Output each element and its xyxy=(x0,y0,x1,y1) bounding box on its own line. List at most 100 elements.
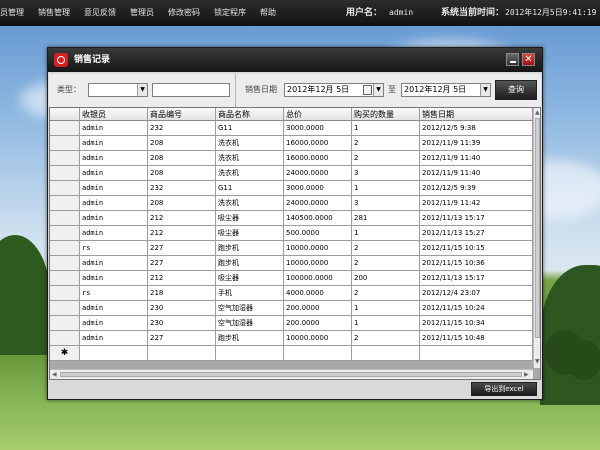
cell-cashier[interactable]: admin xyxy=(80,181,148,196)
cell-product-name[interactable] xyxy=(216,346,284,361)
cell-total-price[interactable]: 16000.0000 xyxy=(284,151,352,166)
table-row[interactable]: admin 212 吸尘器 140500.0000 281 2012/11/13 15:1… xyxy=(50,211,533,226)
cell-sale-date[interactable]: 2012/12/5 9:38 xyxy=(420,121,533,136)
date-from-picker[interactable]: 2012年12月 5日 ▼ xyxy=(284,83,384,97)
cell-product-name[interactable]: 洗衣机 xyxy=(216,166,284,181)
cell-product-id[interactable]: 230 xyxy=(148,316,216,331)
horizontal-scrollbar[interactable]: ◀ ▶ xyxy=(50,369,533,379)
cell-sale-date[interactable]: 2012/11/13 15:17 xyxy=(420,271,533,286)
cell-product-id[interactable]: 208 xyxy=(148,136,216,151)
chevron-down-icon[interactable]: ▼ xyxy=(137,84,147,96)
cell-sale-date[interactable] xyxy=(420,346,533,361)
cell-cashier[interactable]: admin xyxy=(80,166,148,181)
cell-cashier[interactable]: admin xyxy=(80,256,148,271)
cell-total-price[interactable]: 140500.0000 xyxy=(284,211,352,226)
cell-total-price[interactable]: 4000.0000 xyxy=(284,286,352,301)
cell-cashier[interactable]: admin xyxy=(80,301,148,316)
cell-quantity[interactable]: 200 xyxy=(352,271,420,286)
row-header[interactable] xyxy=(50,286,80,301)
row-header[interactable] xyxy=(50,256,80,271)
cell-quantity[interactable]: 281 xyxy=(352,211,420,226)
cell-product-name[interactable]: G11 xyxy=(216,181,284,196)
cell-quantity[interactable]: 1 xyxy=(352,316,420,331)
type-dropdown[interactable]: ▼ xyxy=(88,83,148,97)
menu-item-admin[interactable]: 管理员 xyxy=(130,0,154,26)
cell-product-id[interactable]: 227 xyxy=(148,256,216,271)
cell-product-name[interactable]: 洗衣机 xyxy=(216,151,284,166)
cell-cashier[interactable]: rs xyxy=(80,241,148,256)
cell-product-name[interactable]: 跑步机 xyxy=(216,241,284,256)
horizontal-scroll-thumb[interactable] xyxy=(60,372,522,377)
row-header[interactable] xyxy=(50,301,80,316)
cell-product-name[interactable]: 跑步机 xyxy=(216,331,284,346)
cell-total-price[interactable]: 200.0000 xyxy=(284,301,352,316)
cell-product-name[interactable]: 手机 xyxy=(216,286,284,301)
menu-item-sales[interactable]: 销售管理 xyxy=(38,0,70,26)
cell-total-price[interactable]: 3000.0000 xyxy=(284,121,352,136)
row-header[interactable] xyxy=(50,166,80,181)
cell-cashier[interactable]: admin xyxy=(80,121,148,136)
vertical-scroll-thumb[interactable] xyxy=(535,118,540,338)
column-header-total-price[interactable]: 总价 xyxy=(284,108,352,121)
cell-quantity[interactable]: 3 xyxy=(352,166,420,181)
vertical-scrollbar[interactable]: ▲ ▼ xyxy=(533,108,540,368)
table-row[interactable]: admin 230 空气加湿器 200.0000 1 2012/11/15 10:34 xyxy=(50,316,533,331)
cell-product-name[interactable]: 跑步机 xyxy=(216,256,284,271)
cell-quantity[interactable]: 1 xyxy=(352,226,420,241)
cell-total-price[interactable]: 10000.0000 xyxy=(284,256,352,271)
row-header[interactable] xyxy=(50,241,80,256)
cell-total-price[interactable]: 24000.0000 xyxy=(284,166,352,181)
cell-sale-date[interactable]: 2012/11/13 15:17 xyxy=(420,211,533,226)
cell-sale-date[interactable]: 2012/11/15 10:34 xyxy=(420,316,533,331)
cell-quantity[interactable] xyxy=(352,346,420,361)
minimize-button[interactable] xyxy=(506,53,519,66)
close-button[interactable]: ✕ xyxy=(522,53,535,66)
cell-product-id[interactable]: 208 xyxy=(148,166,216,181)
table-row[interactable]: admin 212 吸尘器 500.0000 1 2012/11/13 15:27 xyxy=(50,226,533,241)
table-row[interactable]: admin 208 洗衣机 16000.0000 2 2012/11/9 11:39 xyxy=(50,136,533,151)
row-header[interactable] xyxy=(50,211,80,226)
new-row-marker[interactable]: ✱ xyxy=(50,346,80,361)
column-header-product-id[interactable]: 商品编号 xyxy=(148,108,216,121)
menu-item-password[interactable]: 修改密码 xyxy=(168,0,200,26)
table-row[interactable]: admin 227 跑步机 10000.0000 2 2012/11/15 10:36 xyxy=(50,256,533,271)
table-row[interactable]: admin 208 洗衣机 24000.0000 3 2012/11/9 11:42 xyxy=(50,196,533,211)
row-header[interactable] xyxy=(50,331,80,346)
cell-product-name[interactable]: 吸尘器 xyxy=(216,211,284,226)
cell-product-id[interactable]: 208 xyxy=(148,151,216,166)
row-header[interactable] xyxy=(50,121,80,136)
row-header[interactable] xyxy=(50,226,80,241)
menu-item-help[interactable]: 帮助 xyxy=(260,0,276,26)
table-row[interactable]: admin 232 G11 3000.0000 1 2012/12/5 9:38 xyxy=(50,121,533,136)
cell-product-id[interactable]: 212 xyxy=(148,271,216,286)
cell-product-id[interactable]: 212 xyxy=(148,211,216,226)
cell-product-id[interactable]: 208 xyxy=(148,196,216,211)
table-row[interactable]: rs 218 手机 4000.0000 2 2012/12/4 23:07 xyxy=(50,286,533,301)
scroll-down-icon[interactable]: ▼ xyxy=(535,358,540,366)
cell-total-price[interactable]: 16000.0000 xyxy=(284,136,352,151)
query-button[interactable]: 查询 xyxy=(495,80,537,100)
table-row[interactable]: admin 230 空气加湿器 200.0000 1 2012/11/15 10:24 xyxy=(50,301,533,316)
cell-quantity[interactable]: 1 xyxy=(352,181,420,196)
cell-cashier[interactable]: admin xyxy=(80,196,148,211)
row-header[interactable] xyxy=(50,151,80,166)
cell-sale-date[interactable]: 2012/11/13 15:27 xyxy=(420,226,533,241)
scroll-right-icon[interactable]: ▶ xyxy=(524,371,529,379)
row-header[interactable] xyxy=(50,316,80,331)
row-header[interactable] xyxy=(50,181,80,196)
cell-quantity[interactable]: 1 xyxy=(352,121,420,136)
cell-sale-date[interactable]: 2012/11/15 10:48 xyxy=(420,331,533,346)
row-header[interactable] xyxy=(50,136,80,151)
cell-quantity[interactable]: 2 xyxy=(352,241,420,256)
cell-sale-date[interactable]: 2012/11/15 10:15 xyxy=(420,241,533,256)
column-header-cashier[interactable]: 收银员 xyxy=(80,108,148,121)
table-row[interactable]: admin 232 G11 3000.0000 1 2012/12/5 9:39 xyxy=(50,181,533,196)
cell-product-name[interactable]: 洗衣机 xyxy=(216,136,284,151)
cell-product-id[interactable]: 227 xyxy=(148,241,216,256)
cell-cashier[interactable] xyxy=(80,346,148,361)
cell-quantity[interactable]: 2 xyxy=(352,256,420,271)
table-row[interactable]: admin 227 跑步机 10000.0000 2 2012/11/15 10:48 xyxy=(50,331,533,346)
cell-product-name[interactable]: 吸尘器 xyxy=(216,271,284,286)
cell-cashier[interactable]: admin xyxy=(80,316,148,331)
cell-sale-date[interactable]: 2012/11/15 10:24 xyxy=(420,301,533,316)
